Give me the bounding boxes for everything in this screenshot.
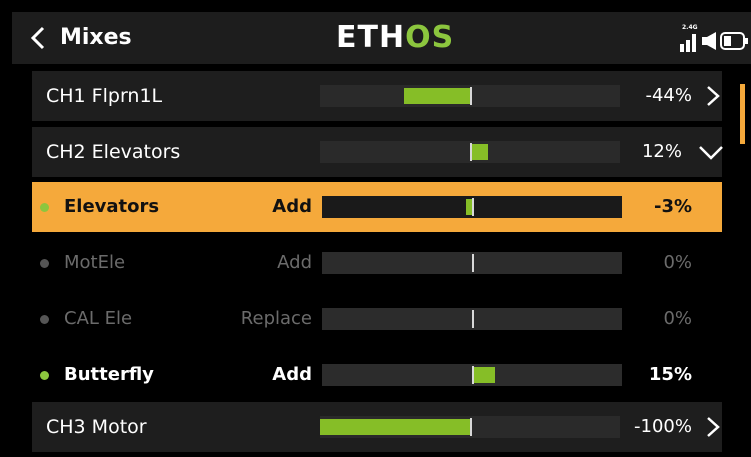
mix-mode: Add bbox=[277, 252, 312, 273]
chevron-down-icon[interactable] bbox=[698, 143, 724, 161]
output-bar bbox=[320, 141, 620, 163]
mix-value: -3% bbox=[653, 196, 692, 217]
center-mark bbox=[470, 143, 472, 161]
screen: Mixes ETHOS 2.4G CH1 Flprn1L -44% CH2 El… bbox=[0, 0, 751, 457]
mix-mode: Add bbox=[272, 196, 312, 217]
page-title: Mixes bbox=[60, 25, 132, 50]
center-mark bbox=[470, 418, 472, 436]
mix-row-butterfly[interactable]: Butterfly Add 15% bbox=[32, 350, 722, 400]
mix-row-cal-ele[interactable]: CAL Ele Replace 0% bbox=[32, 294, 722, 344]
inactive-dot bbox=[40, 315, 49, 324]
center-mark bbox=[472, 198, 474, 216]
center-mark bbox=[472, 254, 474, 272]
channel-value: -100% bbox=[634, 416, 692, 437]
output-bar-fill bbox=[320, 419, 470, 435]
channel-name: CH3 Motor bbox=[46, 416, 147, 438]
output-bar bbox=[320, 85, 620, 107]
mix-bar bbox=[322, 364, 622, 386]
mix-label: Butterfly bbox=[64, 364, 154, 385]
chevron-right-icon[interactable] bbox=[704, 416, 722, 438]
channel-row-ch2[interactable]: CH2 Elevators 12% bbox=[32, 127, 724, 177]
mix-bar bbox=[322, 252, 622, 274]
mix-value: 15% bbox=[648, 364, 692, 385]
output-bar-fill bbox=[470, 144, 488, 160]
ethos-logo: ETHOS bbox=[336, 20, 454, 56]
mix-label: MotEle bbox=[64, 252, 126, 273]
mix-row-elevators[interactable]: Elevators Add -3% bbox=[32, 182, 722, 232]
battery-icon bbox=[720, 32, 748, 50]
mix-bar bbox=[322, 308, 622, 330]
channel-name: CH1 Flprn1L bbox=[46, 85, 163, 107]
channel-name: CH2 Elevators bbox=[46, 141, 181, 163]
mix-value: 0% bbox=[663, 252, 692, 273]
top-bar: Mixes ETHOS 2.4G bbox=[12, 12, 751, 64]
status-icons: 2.4G bbox=[672, 24, 750, 54]
mix-mode: Add bbox=[272, 364, 312, 385]
active-dot bbox=[40, 203, 49, 212]
chevron-right-icon[interactable] bbox=[704, 85, 722, 107]
channel-row-ch3[interactable]: CH3 Motor -100% bbox=[32, 402, 722, 452]
output-bar-fill bbox=[404, 88, 470, 104]
mix-bar-fill bbox=[472, 367, 495, 383]
mix-label: Elevators bbox=[64, 196, 160, 217]
mix-value: 0% bbox=[663, 308, 692, 329]
logo-text-os: OS bbox=[405, 20, 455, 55]
scrollbar[interactable] bbox=[740, 84, 745, 144]
inactive-dot bbox=[40, 259, 49, 268]
mix-bar bbox=[322, 196, 622, 218]
mix-row-motele[interactable]: MotEle Add 0% bbox=[32, 238, 722, 288]
logo-text-eth: ETH bbox=[336, 20, 406, 55]
center-mark bbox=[470, 87, 472, 105]
signal-icon bbox=[680, 34, 696, 52]
channel-row-ch1[interactable]: CH1 Flprn1L -44% bbox=[32, 71, 722, 121]
mix-label: CAL Ele bbox=[64, 308, 133, 329]
speaker-icon bbox=[702, 32, 716, 50]
center-mark bbox=[472, 366, 474, 384]
center-mark bbox=[472, 310, 474, 328]
output-bar bbox=[320, 416, 620, 438]
channel-value: 12% bbox=[641, 141, 682, 162]
channel-value: -44% bbox=[645, 85, 692, 106]
back-chevron-icon[interactable] bbox=[26, 25, 52, 51]
mix-mode: Replace bbox=[240, 308, 312, 329]
active-dot bbox=[40, 371, 49, 380]
